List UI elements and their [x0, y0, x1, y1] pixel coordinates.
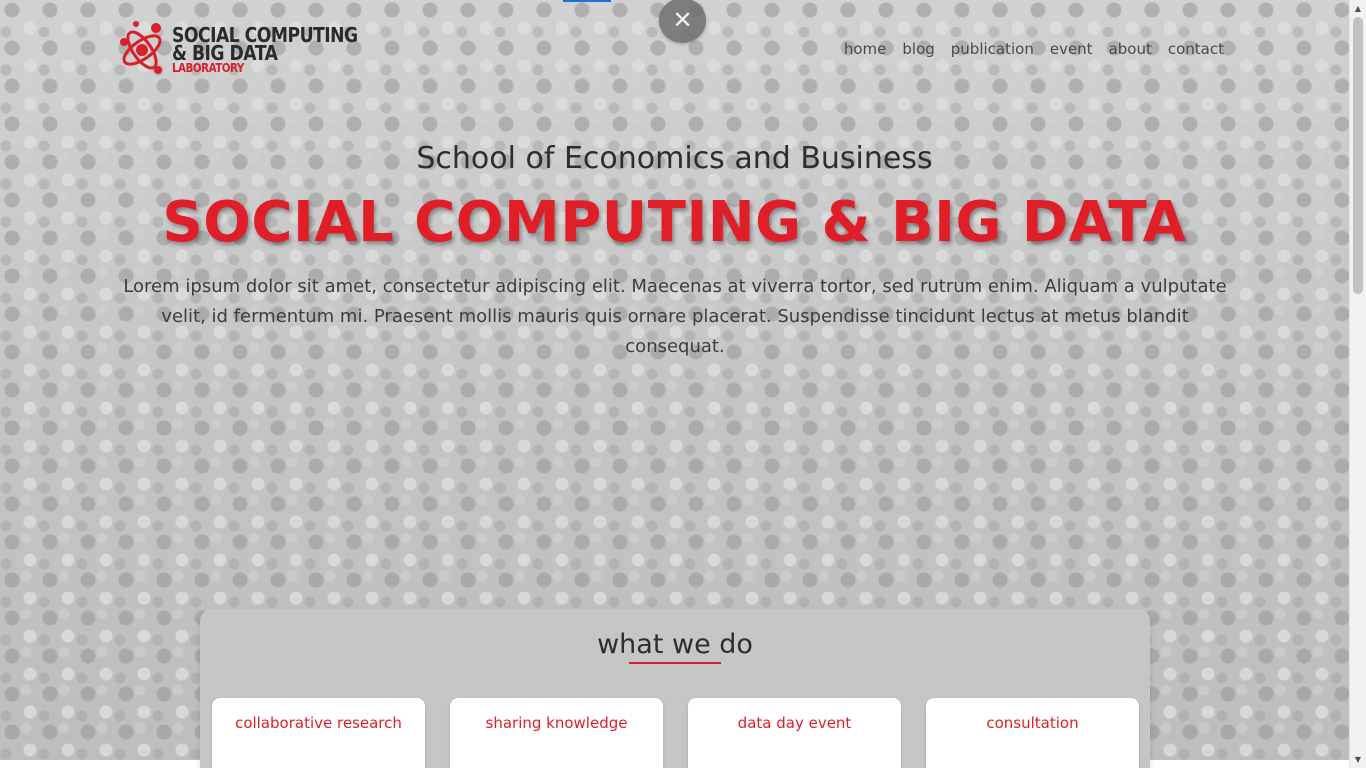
service-card-consultation[interactable]: consultation [926, 698, 1139, 768]
heading-underline [629, 662, 721, 664]
what-we-do-panel: what we do collaborative research sharin… [200, 609, 1150, 768]
atom-logo-icon [120, 21, 162, 74]
top-accent-bar [563, 0, 611, 2]
scroll-down-arrow-icon[interactable]: ▼ [1350, 751, 1366, 768]
close-button[interactable]: ✕ [659, 0, 706, 43]
logo-wordmark: SOCIAL COMPUTING & BIG DATA LABORATORY [172, 25, 358, 75]
browser-viewport: SOCIAL COMPUTING & BIG DATA LABORATORY ✕… [0, 0, 1366, 768]
site-logo[interactable]: SOCIAL COMPUTING & BIG DATA LABORATORY [118, 20, 358, 82]
nav-item-publication[interactable]: publication [951, 40, 1034, 58]
nav-item-about[interactable]: about [1109, 40, 1152, 58]
close-icon: ✕ [672, 6, 693, 34]
nav-item-blog[interactable]: blog [902, 40, 934, 58]
hero-description: Lorem ipsum dolor sit amet, consectetur … [123, 276, 1227, 357]
main-nav: home blog publication event about contac… [844, 40, 1224, 58]
service-card-data-day-event[interactable]: data day event [688, 698, 901, 768]
nav-item-event[interactable]: event [1050, 40, 1093, 58]
service-card-collaborative-research[interactable]: collaborative research [212, 698, 425, 768]
scroll-up-arrow-icon[interactable]: ▲ [1350, 0, 1366, 17]
scrollbar-thumb[interactable] [1353, 17, 1363, 294]
hero-title: SOCIAL COMPUTING & BIG DATA [162, 190, 1187, 255]
service-card-sharing-knowledge[interactable]: sharing knowledge [450, 698, 663, 768]
hero-subtitle: School of Economics and Business [416, 141, 933, 176]
service-cards: collaborative research sharing knowledge… [212, 698, 1139, 768]
nav-item-home[interactable]: home [844, 40, 887, 58]
section-heading: what we do [597, 629, 753, 660]
vertical-scrollbar[interactable]: ▲ ▼ [1349, 0, 1366, 768]
nav-item-contact[interactable]: contact [1168, 40, 1224, 58]
